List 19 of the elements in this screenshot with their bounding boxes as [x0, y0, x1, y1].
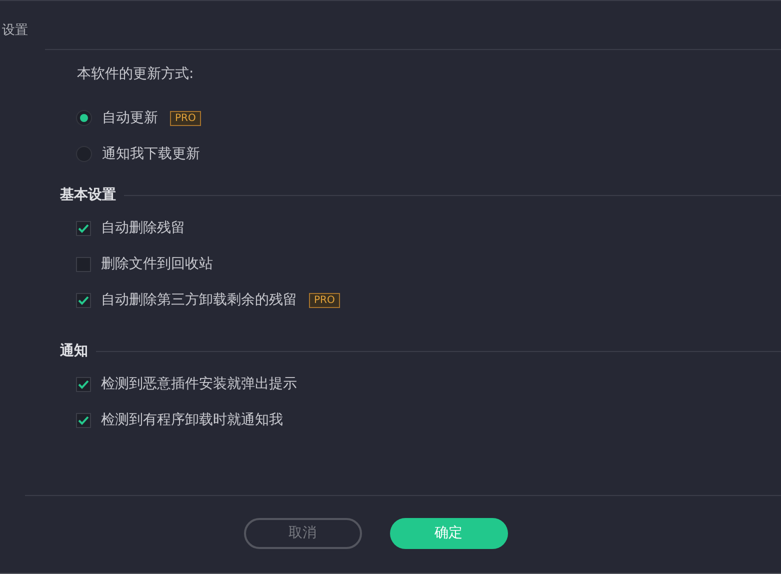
section-title: 基本设置	[59, 186, 117, 204]
option-label[interactable]: 检测到恶意插件安装就弹出提示	[101, 374, 297, 394]
checkbox[interactable]	[76, 220, 91, 236]
section-title: 通知	[59, 342, 89, 360]
option-label[interactable]: 通知我下载更新	[102, 144, 200, 164]
option-label[interactable]: 自动更新	[102, 108, 158, 128]
option-label[interactable]: 删除文件到回收站	[101, 254, 213, 274]
option-label[interactable]: 自动删除残留	[101, 218, 185, 238]
pro-tag: PRO	[309, 292, 340, 308]
checkbox[interactable]	[76, 256, 91, 272]
radio-button[interactable]	[76, 110, 92, 126]
option-label[interactable]: 自动删除第三方卸载剩余的残留	[101, 290, 297, 310]
setting-label: 本软件的更新方式:	[77, 66, 194, 82]
pro-tag: PRO	[170, 110, 201, 126]
checkbox[interactable]	[76, 376, 91, 392]
checkbox[interactable]	[76, 412, 91, 428]
checkbox[interactable]	[76, 292, 91, 308]
option-label[interactable]: 检测到有程序卸载时就通知我	[101, 410, 283, 430]
window-title: 设置	[2, 23, 28, 38]
